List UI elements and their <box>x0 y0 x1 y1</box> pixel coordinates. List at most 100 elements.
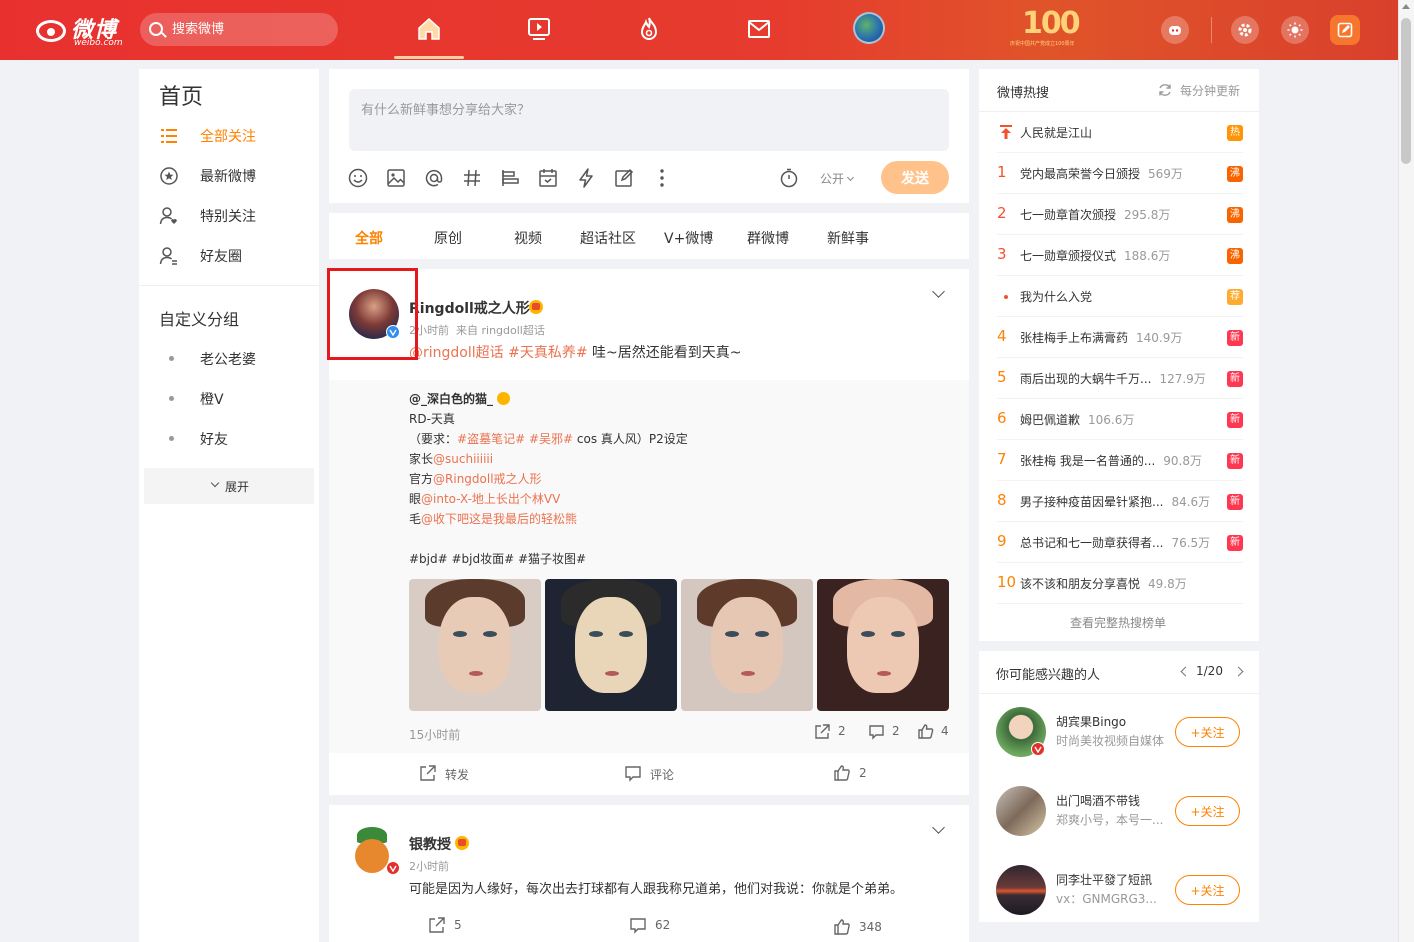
group-item[interactable]: 橙V <box>200 389 224 409</box>
repost-author[interactable]: @_深白色的猫_ <box>409 390 493 407</box>
nav-item-special-follow[interactable]: 特别关注 <box>159 202 309 228</box>
hot-search-item[interactable]: 10 该不该和朋友分享喜悦 49.8万 <box>997 563 1243 604</box>
search-input[interactable] <box>172 19 322 40</box>
comment-button[interactable]: 62 <box>630 918 670 934</box>
visibility-dropdown[interactable]: 公开 <box>820 170 855 187</box>
post-input[interactable] <box>349 89 949 151</box>
mention-link[interactable]: @收下吧这是我最后的轻松熊 <box>421 512 577 526</box>
repost-button[interactable]: 5 <box>429 917 462 933</box>
post-image-1[interactable] <box>409 579 541 711</box>
mention-link[interactable]: @Ringdoll戒之人形 <box>433 472 542 486</box>
hot-search-item[interactable]: 5 雨后出现的大蜗牛千万... 127.9万 新 <box>997 358 1243 399</box>
hot-search-item[interactable]: 我为什么入党 荐 <box>997 276 1243 317</box>
tab-fresh-news[interactable]: 新鲜事 <box>827 228 869 248</box>
repost-hashtags[interactable]: #bjd# #bjd妆面# #猫子妆图# <box>409 550 586 567</box>
nav-home-icon[interactable] <box>415 15 443 43</box>
nav-item-friends-circle[interactable]: 好友圈 <box>159 242 309 268</box>
next-page-icon[interactable] <box>1233 666 1244 677</box>
hot-search-item[interactable]: 1 党内最高荣誉今日颁授 569万 沸 <box>997 153 1243 194</box>
hashtag-link[interactable]: #盗墓笔记# <box>457 432 525 446</box>
hot-search-item[interactable]: 人民就是江山 热 <box>997 112 1243 153</box>
repost-like-count[interactable]: 4 <box>918 724 949 739</box>
post-username[interactable]: Ringdoll戒之人形 <box>409 298 530 318</box>
view-full-hot-list-link[interactable]: 查看完整热搜榜单 <box>1070 614 1166 631</box>
mention-link[interactable]: @ringdoll超话 <box>409 345 504 361</box>
scroll-up-arrow-icon[interactable] <box>1402 4 1410 9</box>
avatar[interactable] <box>996 865 1046 915</box>
suggested-user-name[interactable]: 出门喝酒不带钱 <box>1056 792 1140 809</box>
compose-post-button[interactable] <box>1330 15 1360 45</box>
suggested-user-name[interactable]: 同李壮平發了短訊 <box>1056 871 1152 888</box>
hot-topic: 张桂梅手上布满膏药 140.9万 <box>1020 329 1182 346</box>
post-source[interactable]: 来自 ringdoll超话 <box>456 322 545 338</box>
nav-video-icon[interactable] <box>525 15 553 43</box>
repost-share-count[interactable]: 2 <box>815 724 846 739</box>
timer-icon[interactable] <box>778 167 800 189</box>
mention-icon[interactable] <box>423 167 445 189</box>
long-post-icon[interactable] <box>613 167 635 189</box>
settings-button[interactable] <box>1231 16 1259 44</box>
post-time[interactable]: 2小时前 <box>409 858 449 874</box>
expand-groups-button[interactable]: 展开 <box>144 468 314 504</box>
group-item[interactable]: 老公老婆 <box>200 349 256 369</box>
schedule-icon[interactable] <box>537 167 559 189</box>
earth-globe-icon[interactable] <box>853 12 885 44</box>
tab-original[interactable]: 原创 <box>434 228 462 248</box>
robot-assistant-button[interactable] <box>1161 16 1189 44</box>
nav-hot-icon[interactable] <box>635 15 663 43</box>
emoji-icon[interactable] <box>347 167 369 189</box>
like-button[interactable]: 348 <box>834 919 882 935</box>
avatar[interactable] <box>996 786 1046 836</box>
tab-super-topic[interactable]: 超话社区 <box>580 228 636 248</box>
suggested-user-name[interactable]: 胡宾果Bingo <box>1056 713 1126 730</box>
send-button[interactable]: 发送 <box>881 161 949 194</box>
nav-item-all-following[interactable]: 全部关注 <box>159 122 309 148</box>
tab-group[interactable]: 群微博 <box>747 228 789 248</box>
post-image-3[interactable] <box>681 579 813 711</box>
tab-video[interactable]: 视频 <box>514 228 542 248</box>
follow-button[interactable]: +关注 <box>1175 717 1240 747</box>
hot-search-item[interactable]: 7 张桂梅 我是一名普通的... 90.8万 新 <box>997 440 1243 481</box>
nav-mail-icon[interactable] <box>745 15 773 43</box>
repost-time[interactable]: 15小时前 <box>409 726 460 743</box>
hot-search-item[interactable]: 4 张桂梅手上布满膏药 140.9万 新 <box>997 317 1243 358</box>
prev-page-icon[interactable] <box>1180 666 1191 677</box>
mention-link[interactable]: @suchiiiiii <box>433 452 493 466</box>
hot-search-item[interactable]: 6 姆巴佩道歉 106.6万 新 <box>997 399 1243 440</box>
like-button[interactable]: 2 <box>834 765 867 781</box>
weibo-logo[interactable]: 微博 weibo.com <box>36 12 128 48</box>
follow-button[interactable]: +关注 <box>1175 875 1240 905</box>
post-image-2[interactable] <box>545 579 677 711</box>
search-box[interactable] <box>140 13 338 46</box>
repost-button[interactable]: 转发 <box>420 765 469 783</box>
hot-search-item[interactable]: 2 七一勋章首次颁授 295.8万 沸 <box>997 194 1243 235</box>
reposted-content[interactable]: @_深白色的猫_ RD-天真 （要求：#盗墓笔记# #吴邪# cos 真人风）P… <box>329 380 969 753</box>
hashtag-link[interactable]: #天真私养# <box>508 345 587 361</box>
lightning-icon[interactable] <box>575 167 597 189</box>
left-nav-panel: 首页 全部关注 最新微博 特别关注 好友圈 自定义分组 老公老婆 橙V 好友 展… <box>139 69 319 942</box>
article-icon[interactable] <box>499 167 521 189</box>
hashtag-icon[interactable] <box>461 167 483 189</box>
user-friends-icon <box>159 247 177 265</box>
page-scrollbar-thumb[interactable] <box>1401 18 1411 164</box>
group-item[interactable]: 好友 <box>200 429 228 449</box>
hashtag-link[interactable]: #吴邪# <box>529 432 573 446</box>
more-options-icon[interactable] <box>651 167 673 189</box>
post-menu-chevron-icon[interactable] <box>932 285 945 298</box>
theme-toggle-button[interactable] <box>1281 16 1309 44</box>
post-menu-chevron-icon[interactable] <box>932 821 945 834</box>
tab-v-plus[interactable]: V+微博 <box>664 228 713 248</box>
tab-all[interactable]: 全部 <box>355 228 383 248</box>
post-image-4[interactable] <box>817 579 949 711</box>
refresh-button[interactable]: 每分钟更新 <box>1159 82 1240 99</box>
mention-link[interactable]: @into-X-地上长出个林VV <box>421 492 560 506</box>
nav-item-latest[interactable]: 最新微博 <box>159 162 309 188</box>
hot-search-item[interactable]: 8 男子接种疫苗因晕针紧抱... 84.6万 新 <box>997 481 1243 522</box>
repost-comment-count[interactable]: 2 <box>869 724 900 740</box>
follow-button[interactable]: +关注 <box>1175 796 1240 826</box>
post-username[interactable]: 银教授 <box>409 834 451 854</box>
hot-search-item[interactable]: 3 七一勋章颁授仪式 188.6万 沸 <box>997 235 1243 276</box>
image-icon[interactable] <box>385 167 407 189</box>
comment-button[interactable]: 评论 <box>625 766 674 783</box>
hot-search-item[interactable]: 9 总书记和七一勋章获得者... 76.5万 新 <box>997 522 1243 563</box>
